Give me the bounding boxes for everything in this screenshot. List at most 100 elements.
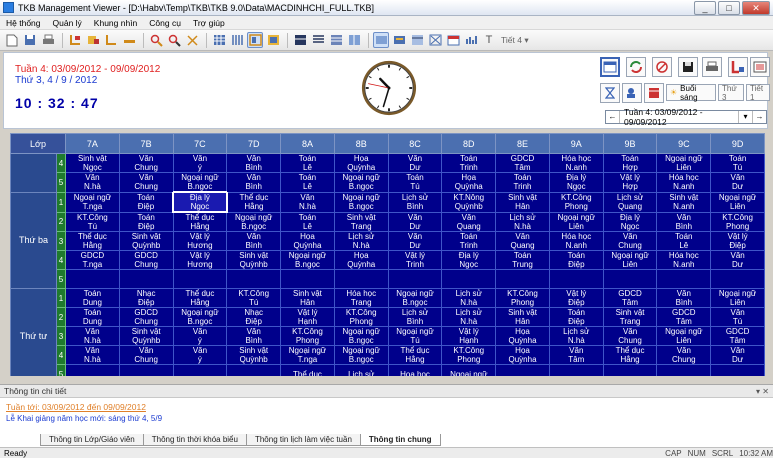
timetable-cell[interactable]: Vật lý Hợp bbox=[602, 172, 658, 193]
timetable-cell[interactable]: KT.Công Tú bbox=[65, 211, 120, 232]
timetable-cell[interactable]: Họa Quỳnha bbox=[280, 231, 335, 251]
timetable-cell[interactable]: Toán Điệp bbox=[548, 250, 604, 270]
class-view-icon[interactable] bbox=[67, 32, 83, 48]
settings-list-icon[interactable] bbox=[750, 57, 770, 77]
timetable-cell[interactable]: Văn Bình bbox=[656, 288, 712, 308]
timetable-cell[interactable]: Thể dục bbox=[280, 364, 335, 376]
timetable-cell[interactable]: Ngoại ngữ Liên bbox=[548, 211, 604, 232]
timetable-cell[interactable]: Văn Dư bbox=[710, 250, 765, 270]
timetable-cell[interactable]: Ngoại ngữ B.ngọc bbox=[387, 288, 443, 308]
layout-view-icon[interactable] bbox=[247, 32, 263, 48]
timetable-cell[interactable]: Hóa học N.anh bbox=[548, 153, 604, 173]
schedule-icon[interactable] bbox=[644, 83, 664, 103]
timetable-cell[interactable]: GDCD Tâm bbox=[602, 288, 658, 308]
menu-khung-nhin[interactable]: Khung nhìn bbox=[88, 18, 143, 28]
day-select[interactable]: Thứ 3 bbox=[718, 84, 744, 102]
period-select[interactable]: Tiết 1 bbox=[746, 84, 770, 102]
timetable-cell[interactable] bbox=[548, 269, 604, 289]
timetable-cell[interactable]: Văn Quang bbox=[495, 231, 550, 251]
timetable-cell[interactable]: KT.Công Phong bbox=[548, 191, 604, 213]
timetable-cell[interactable] bbox=[333, 269, 389, 289]
timetable-cell[interactable]: Ngoại ngữ B.ngọc bbox=[172, 307, 228, 327]
class-header[interactable]: 7B bbox=[118, 133, 174, 154]
timetable-cell[interactable]: Toán Tú bbox=[387, 172, 443, 193]
timetable-cell[interactable]: Toán Trung bbox=[495, 250, 550, 270]
timetable-cell[interactable]: Văn ý bbox=[172, 153, 228, 173]
class-header[interactable]: 7A bbox=[65, 133, 120, 154]
timetable-cell[interactable]: Lịch sử N.hà bbox=[441, 288, 497, 308]
timetable-cell[interactable]: Ngoại ngữ B.ngọc bbox=[333, 191, 389, 213]
timetable-cell[interactable]: Văn Chung bbox=[118, 153, 174, 173]
refresh-icon[interactable] bbox=[626, 57, 646, 77]
class-header[interactable]: 7C bbox=[172, 133, 228, 154]
morning-view-icon[interactable] bbox=[373, 32, 389, 48]
timetable-cell[interactable]: Ngoại ngữ Liên bbox=[602, 250, 658, 270]
timetable-cell[interactable] bbox=[280, 269, 335, 289]
tab-timetable-info[interactable]: Thông tin thời khóa biểu bbox=[142, 434, 247, 446]
week-dropdown-button[interactable]: ▾ bbox=[738, 111, 752, 123]
tab-weekly-schedule[interactable]: Thông tin lịch làm việc tuần bbox=[245, 434, 361, 446]
timetable-cell[interactable]: Sinh vật Trang bbox=[333, 211, 389, 232]
timetable-cell[interactable]: Sinh vật Hân bbox=[495, 191, 550, 213]
timetable-cell[interactable]: Ngoại ngữ B.ngọc bbox=[333, 326, 389, 346]
timetable-cell[interactable]: Toán Dung bbox=[65, 307, 120, 327]
column-view-icon[interactable] bbox=[229, 32, 245, 48]
timetable-cell[interactable]: Ngoại ngữ T.nga bbox=[65, 191, 120, 213]
timetable-cell[interactable] bbox=[495, 269, 550, 289]
timetable-cell[interactable]: Nhạc Điệp bbox=[118, 288, 174, 308]
timetable-cell[interactable]: Toán Hợp bbox=[602, 153, 658, 173]
timetable-cell[interactable] bbox=[226, 269, 282, 289]
timetable-cell[interactable]: Văn Bình bbox=[656, 211, 712, 232]
timetable-cell[interactable]: Địa lý Ngọc bbox=[441, 250, 497, 270]
timetable-cell[interactable]: Văn N.hà bbox=[65, 345, 120, 365]
timetable-cell[interactable]: Lịch sử N.hà bbox=[333, 231, 389, 251]
timetable-cell[interactable]: Văn Dư bbox=[387, 211, 443, 232]
timetable-cell[interactable]: KT.Công Phong bbox=[495, 288, 550, 308]
timetable-cell[interactable]: KT.Công Tú bbox=[226, 288, 282, 308]
user-add-icon[interactable] bbox=[622, 83, 642, 103]
timetable-cell[interactable]: Họa Quỳnha bbox=[333, 250, 389, 270]
timetable-cell[interactable]: Sinh vật Hân bbox=[280, 288, 335, 308]
timetable-cell[interactable]: Lịch sử N.hà bbox=[548, 326, 604, 346]
timetable-cell[interactable]: Thể dục Hằng bbox=[172, 211, 228, 232]
printer-icon[interactable] bbox=[702, 57, 722, 77]
menu-tro-giup[interactable]: Trợ giúp bbox=[187, 18, 231, 28]
timetable-cell[interactable] bbox=[710, 364, 765, 376]
grid-view-icon[interactable] bbox=[211, 32, 227, 48]
class-header[interactable]: 8E bbox=[495, 133, 550, 154]
class-header[interactable]: 9C bbox=[656, 133, 712, 154]
close-button[interactable]: ✕ bbox=[742, 0, 770, 15]
timetable-cell[interactable]: Địa lý Ngọc bbox=[172, 191, 228, 213]
new-file-icon[interactable] bbox=[4, 32, 20, 48]
timetable-cell[interactable]: Hóa học Trang bbox=[333, 288, 389, 308]
timetable-cell[interactable]: Ngoại ngữ B.ngọc bbox=[226, 211, 282, 232]
split-view-icon[interactable] bbox=[346, 32, 362, 48]
timetable-cell[interactable]: Văn N.hà bbox=[280, 191, 335, 213]
timetable-cell[interactable]: GDCD T.nga bbox=[65, 250, 120, 270]
timetable-cell[interactable]: Văn Dư bbox=[710, 345, 765, 365]
timetable-cell[interactable]: Văn Bình bbox=[226, 326, 282, 346]
timetable-cell[interactable] bbox=[548, 364, 604, 376]
timetable-cell[interactable]: Vật lý Hương bbox=[172, 231, 228, 251]
tab-class-teacher[interactable]: Thông tin Lớp/Giáo viên bbox=[40, 434, 144, 446]
timetable-cell[interactable]: Thể dục Hằng bbox=[602, 345, 658, 365]
timetable-cell[interactable]: Văn Tâm bbox=[548, 345, 604, 365]
timetable-cell[interactable]: KT.Công Phong bbox=[333, 307, 389, 327]
timetable-cell[interactable] bbox=[65, 269, 120, 289]
timetable-cell[interactable]: Văn N.hà bbox=[65, 326, 120, 346]
timetable-cell[interactable]: Vật lý Điệp bbox=[548, 288, 604, 308]
calendar-icon[interactable] bbox=[445, 32, 461, 48]
expand-icon[interactable] bbox=[427, 32, 443, 48]
timetable-cell[interactable] bbox=[710, 269, 765, 289]
room-view-icon[interactable] bbox=[103, 32, 119, 48]
chart-icon[interactable] bbox=[463, 32, 479, 48]
find-next-icon[interactable] bbox=[166, 32, 182, 48]
timetable-cell[interactable] bbox=[172, 269, 228, 289]
timetable-cell[interactable]: GDCD Tâm bbox=[656, 307, 712, 327]
timetable-cell[interactable]: Họa Quỳnha bbox=[441, 172, 497, 193]
list-view-icon[interactable] bbox=[310, 32, 326, 48]
save-disk-icon[interactable] bbox=[678, 57, 698, 77]
timetable-cell[interactable]: Họa Quỳnha bbox=[333, 153, 389, 173]
timetable-cell[interactable]: Ngoại ngữ Tú bbox=[387, 326, 443, 346]
timetable-cell[interactable]: Họa Quỳnha bbox=[495, 326, 550, 346]
